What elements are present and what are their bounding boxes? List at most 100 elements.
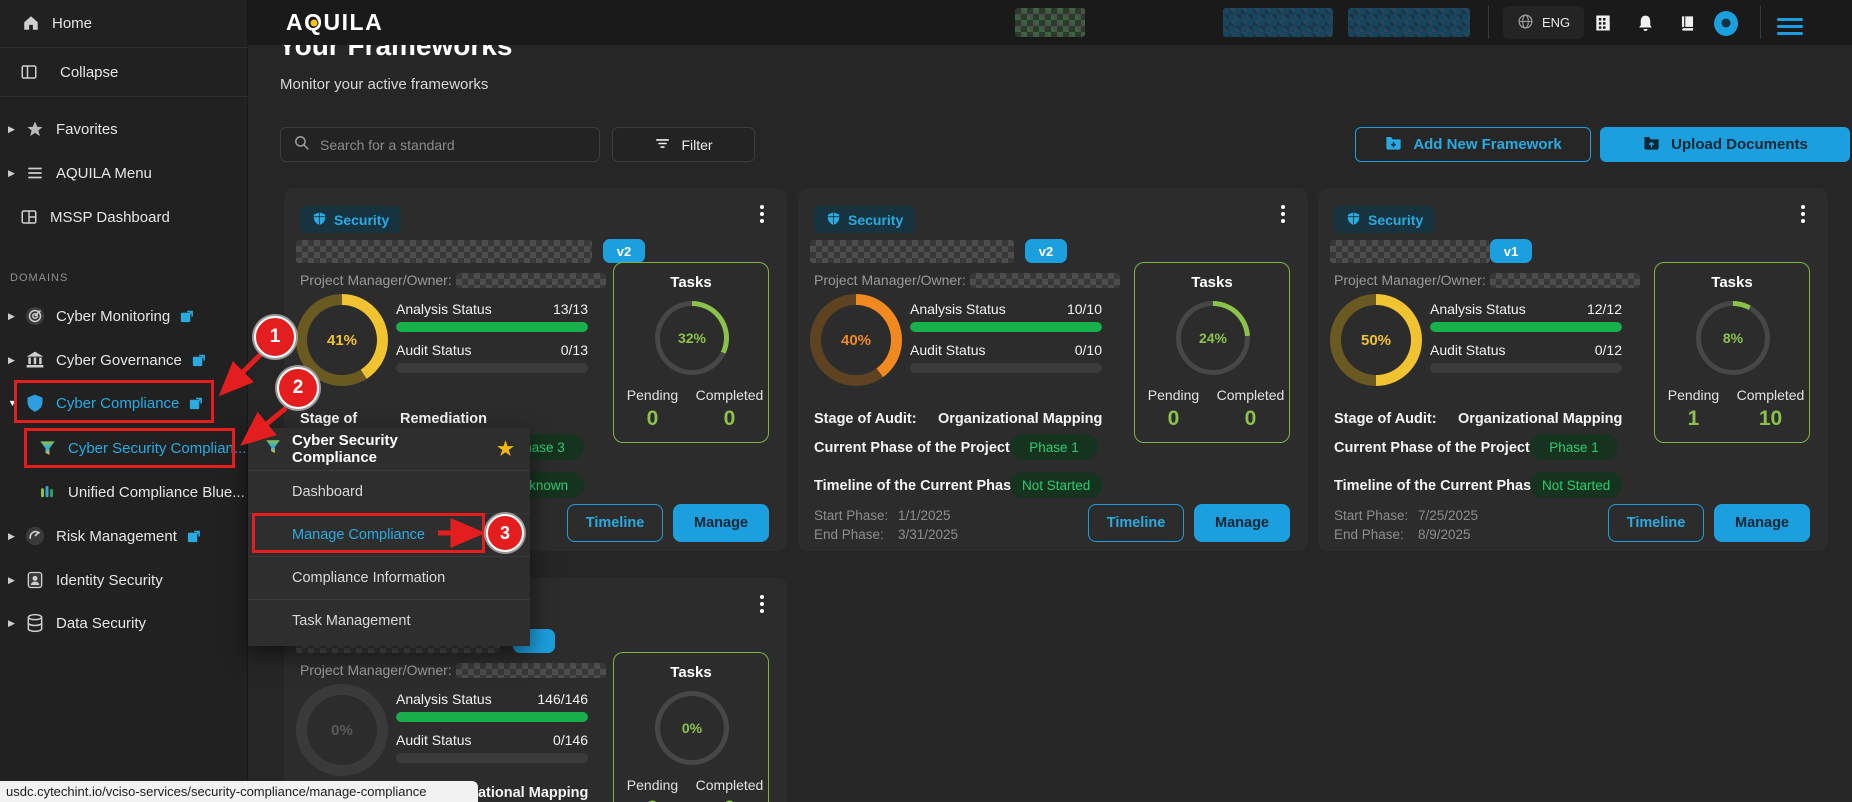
sidebar-item-cyber-monitoring[interactable]: ▶ Cyber Monitoring xyxy=(0,294,248,338)
pm-name-redacted xyxy=(456,663,606,678)
sidebar-item-data-security[interactable]: ▶ Data Security xyxy=(0,601,248,645)
audit-progress-bar xyxy=(910,363,1102,373)
filter-label: Filter xyxy=(681,137,712,153)
funnel-icon xyxy=(264,438,282,460)
upload-documents-label: Upload Documents xyxy=(1671,136,1808,153)
language-selector[interactable]: ENG xyxy=(1503,6,1584,39)
building-icon xyxy=(1593,13,1613,33)
sidebar-item-cyber-compliance[interactable]: ▼ Cyber Compliance xyxy=(0,381,248,425)
sidebar-item-unified-compliance-blueprint[interactable]: Unified Compliance Blue... xyxy=(0,470,248,514)
menu-item-dashboard[interactable]: Dashboard xyxy=(248,470,530,513)
timeline-status-badge: Not Started xyxy=(1530,472,1622,498)
external-link-icon[interactable] xyxy=(191,353,206,368)
audit-status-row: Audit Status0/10 xyxy=(910,342,1102,358)
manage-button[interactable]: Manage xyxy=(1714,504,1810,542)
external-link-icon[interactable] xyxy=(179,309,194,324)
sidebar-item-aquila-menu[interactable]: ▶ AQUILA Menu xyxy=(0,156,248,190)
docs-button[interactable] xyxy=(1675,11,1699,35)
add-new-framework-label: Add New Framework xyxy=(1413,136,1561,153)
sidebar-item-home[interactable]: Home xyxy=(0,0,248,46)
sidebar-item-risk-management[interactable]: ▶ Risk Management xyxy=(0,514,248,558)
search-standard-field[interactable] xyxy=(280,127,600,162)
project-manager-row: Project Manager/Owner: xyxy=(1334,272,1640,288)
filter-button[interactable]: Filter xyxy=(612,127,755,162)
bell-icon xyxy=(1636,14,1655,33)
divider xyxy=(0,96,248,97)
manage-button[interactable]: Manage xyxy=(673,504,769,542)
tasks-title: Tasks xyxy=(614,664,768,681)
search-input[interactable] xyxy=(320,137,587,153)
version-badge: v2 xyxy=(603,239,645,263)
chevron-right-icon: ▶ xyxy=(8,168,18,179)
hamburger-menu-button[interactable] xyxy=(1778,14,1802,38)
organization-button[interactable] xyxy=(1591,11,1615,35)
aquila-logo[interactable]: AQUILA xyxy=(286,9,383,36)
external-link-icon[interactable] xyxy=(188,396,203,411)
tasks-labels: PendingCompleted xyxy=(1655,387,1809,403)
favorite-star-icon[interactable]: ★ xyxy=(497,438,514,461)
add-new-framework-button[interactable]: Add New Framework xyxy=(1355,127,1591,162)
upload-documents-button[interactable]: Upload Documents xyxy=(1600,127,1850,162)
completion-donut: 50% xyxy=(1330,294,1422,386)
timeline-button[interactable]: Timeline xyxy=(567,504,663,542)
pm-label: Project Manager/Owner: xyxy=(300,272,452,288)
sidebar-item-identity-security[interactable]: ▶ Identity Security xyxy=(0,558,248,602)
folder-plus-icon xyxy=(1384,133,1403,156)
completion-percent: 41% xyxy=(327,332,357,349)
card-options-kebab-icon[interactable] xyxy=(753,202,771,226)
manage-button[interactable]: Manage xyxy=(1194,504,1290,542)
dashboard-grid-icon xyxy=(18,206,40,228)
tasks-panel: Tasks 24% PendingCompleted 00 xyxy=(1134,262,1290,443)
card-options-kebab-icon[interactable] xyxy=(753,592,771,616)
tasks-values: 00 xyxy=(614,407,768,431)
timeline-status-badge: Not Started xyxy=(1010,472,1102,498)
sidebar-item-cyber-governance[interactable]: ▶ Cyber Governance xyxy=(0,338,248,382)
external-link-icon[interactable] xyxy=(186,529,201,544)
version-badge: v2 xyxy=(1025,239,1067,263)
sidebar-collapse-button[interactable]: Collapse xyxy=(0,48,248,96)
chevron-right-icon: ▶ xyxy=(8,124,18,135)
chevron-down-icon: ▼ xyxy=(8,398,18,408)
card-options-kebab-icon[interactable] xyxy=(1794,202,1812,226)
database-icon xyxy=(24,612,46,634)
sidebar-item-cyber-security-compliance[interactable]: Cyber Security Complian... xyxy=(0,426,248,470)
gauge-icon xyxy=(24,525,46,547)
tasks-values: 00 xyxy=(1135,407,1289,431)
timeline-phase-label: Timeline of the Current Phase: xyxy=(1334,478,1544,494)
card-options-kebab-icon[interactable] xyxy=(1274,202,1292,226)
tasks-title: Tasks xyxy=(1135,274,1289,291)
sidebar-item-favorites[interactable]: ▶ Favorites xyxy=(0,112,248,146)
security-category-badge: Security xyxy=(300,206,401,233)
analysis-status-row: Analysis Status146/146 xyxy=(396,691,588,707)
sidebar-item-label: Cyber Governance xyxy=(56,352,182,369)
menu-item-compliance-information[interactable]: Compliance Information xyxy=(248,556,530,599)
menu-item-manage-compliance[interactable]: Manage Compliance xyxy=(248,513,530,556)
notifications-button[interactable] xyxy=(1633,11,1657,35)
phase-dates: Start Phase:1/1/2025 End Phase:3/31/2025 xyxy=(814,506,958,544)
completion-percent: 50% xyxy=(1361,332,1391,349)
tasks-donut: 24% xyxy=(1176,301,1250,375)
menu-lines-icon xyxy=(24,162,46,184)
chevron-right-icon: ▶ xyxy=(8,618,18,629)
tasks-panel: Tasks 0% PendingCompleted 00 xyxy=(613,652,769,802)
tasks-values: 110 xyxy=(1655,407,1809,431)
divider xyxy=(1760,6,1761,39)
menu-item-task-management[interactable]: Task Management xyxy=(248,599,530,642)
tasks-panel: Tasks 32% PendingCompleted 00 xyxy=(613,262,769,443)
redacted-badge xyxy=(1223,8,1333,37)
timeline-button[interactable]: Timeline xyxy=(1608,504,1704,542)
search-icon xyxy=(293,134,310,156)
sidebar-item-mssp-dashboard[interactable]: MSSP Dashboard xyxy=(0,200,248,234)
globe-icon xyxy=(1517,13,1534,33)
tasks-percent: 32% xyxy=(678,330,706,346)
completion-donut: 0% xyxy=(296,684,388,776)
lifebuoy-icon xyxy=(1714,11,1738,36)
support-button[interactable] xyxy=(1714,11,1738,35)
timeline-button[interactable]: Timeline xyxy=(1088,504,1184,542)
shield-icon xyxy=(312,211,327,229)
audit-status-row: Audit Status0/146 xyxy=(396,732,588,748)
top-bar: AQUILA ENG xyxy=(248,0,1852,45)
collapse-label: Collapse xyxy=(60,64,118,81)
tasks-donut: 32% xyxy=(655,301,729,375)
completion-percent: 40% xyxy=(841,332,871,349)
